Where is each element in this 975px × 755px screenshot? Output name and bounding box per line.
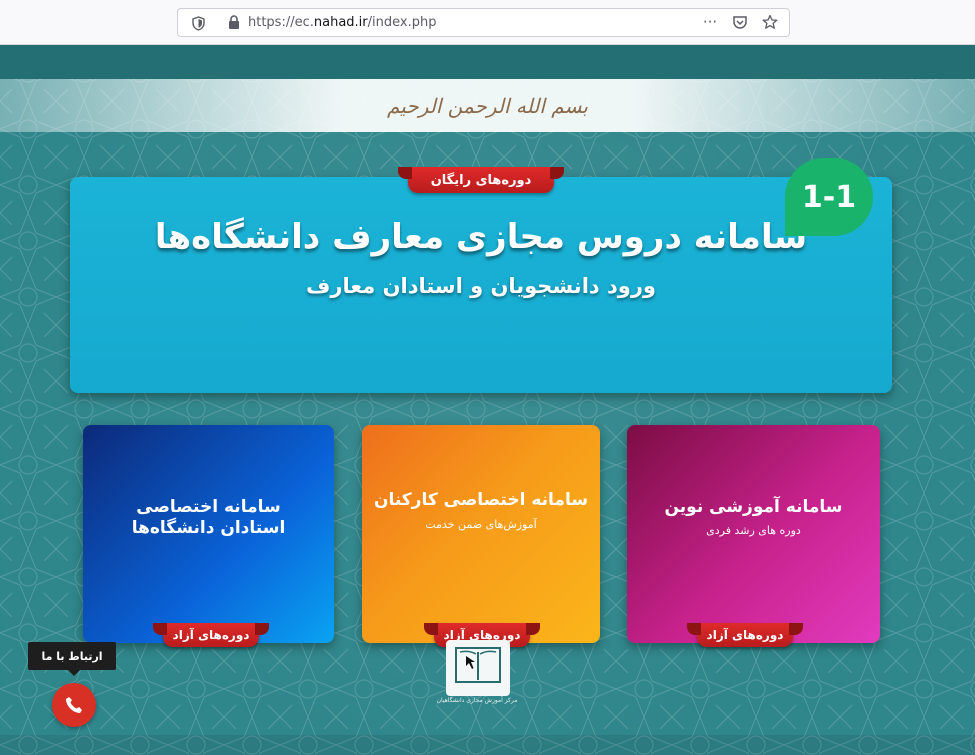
phone-icon xyxy=(66,697,82,713)
free-courses-ribbon: دوره‌های رایگان xyxy=(398,167,564,193)
virtual-education-logo[interactable] xyxy=(446,640,510,696)
card-title: سامانه اختصاصی کارکنان xyxy=(373,490,589,510)
main-card-subtitle: ورود دانشجویان و استادان معارف xyxy=(306,274,656,298)
free-courses-ribbon: دوره‌های آزاد xyxy=(687,623,803,647)
lock-icon[interactable] xyxy=(228,15,240,30)
card-subtitle: آموزش‌های ضمن خدمت xyxy=(425,518,537,531)
address-bar[interactable]: https://ec.nahad.ir/index.php ··· xyxy=(177,8,790,37)
card-subtitle: دوره های رشد فردی xyxy=(706,524,801,537)
card-title: سامانه اختصاصی استادان دانشگاه‌ها xyxy=(131,497,286,538)
page-actions-menu-icon[interactable]: ··· xyxy=(701,13,719,31)
card-title: سامانه آموزشی نوین xyxy=(664,497,843,517)
contact-phone-button[interactable] xyxy=(52,683,96,727)
staff-system-card[interactable]: سامانه اختصاصی کارکنان آموزش‌های ضمن خدم… xyxy=(362,425,600,647)
tracking-protection-shield-icon[interactable] xyxy=(192,16,205,31)
modern-education-card[interactable]: سامانه آموزشی نوین دوره های رشد فردی دور… xyxy=(627,425,880,647)
basmala-banner: بسم الله الرحمن الرحیم xyxy=(0,79,975,132)
maaref-courses-card[interactable]: دوره‌های رایگان سامانه دروس مجازی معارف … xyxy=(70,167,892,393)
annotation-badge: 1-1 xyxy=(785,158,873,236)
browser-toolbar: https://ec.nahad.ir/index.php ··· xyxy=(0,0,975,45)
url-text[interactable]: https://ec.nahad.ir/index.php xyxy=(248,15,436,30)
professors-system-card[interactable]: سامانه اختصاصی استادان دانشگاه‌ها دوره‌ه… xyxy=(83,425,334,647)
bookmark-star-icon[interactable] xyxy=(761,13,779,31)
basmala-text: بسم الله الرحمن الرحیم xyxy=(386,93,588,118)
contact-us-tooltip: ارتباط با ما xyxy=(28,642,116,676)
free-courses-ribbon: دوره‌های آزاد xyxy=(153,623,269,647)
main-card-title: سامانه دروس مجازی معارف دانشگاه‌ها xyxy=(154,217,808,257)
footer-strip xyxy=(0,735,975,755)
logo-caption: مرکز آموزش مجازی دانشگاهیان xyxy=(436,697,518,704)
book-icon xyxy=(455,647,501,683)
top-banner xyxy=(0,45,975,79)
pocket-icon[interactable] xyxy=(731,13,749,31)
